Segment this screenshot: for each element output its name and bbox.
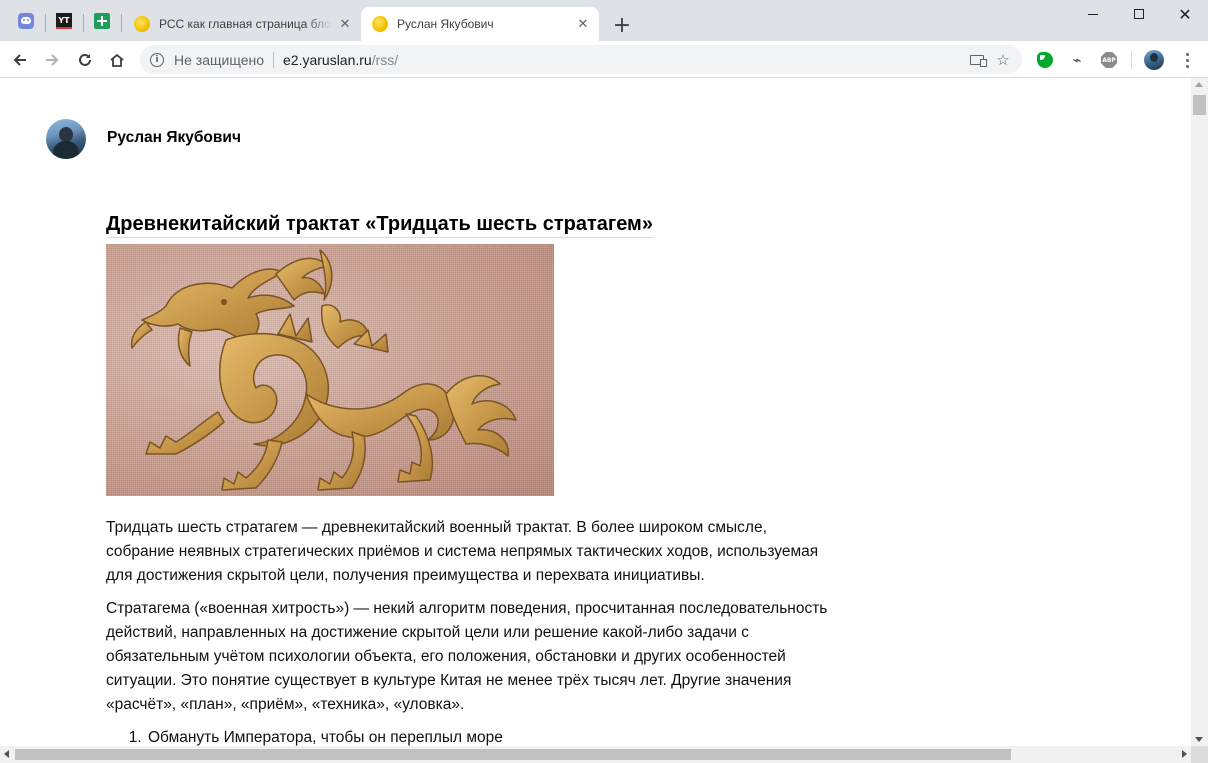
window-close-button[interactable]: ✕ — [1162, 0, 1208, 28]
home-icon — [110, 53, 124, 67]
arrow-right-icon — [46, 54, 59, 66]
stratagem-list: Обмануть Императора, чтобы он переплыл м… — [146, 726, 836, 746]
author-name[interactable]: Руслан Якубович — [107, 129, 241, 147]
evernote-icon — [1037, 52, 1053, 68]
coin-favicon-icon — [134, 16, 150, 32]
browser-toolbar: i Не защищено e2.yaruslan.ru/rss/ ☆ ⌁ AB… — [0, 41, 1208, 78]
list-item: Обмануть Императора, чтобы он переплыл м… — [146, 726, 836, 746]
tab-separator — [83, 14, 84, 32]
vertical-scroll-thumb[interactable] — [1193, 95, 1206, 115]
pinned-tab-discord[interactable] — [10, 8, 42, 34]
url-host: e2.yaruslan.ru — [283, 51, 372, 68]
url-path: /rss/ — [371, 51, 399, 68]
scroll-down-icon[interactable] — [1195, 737, 1203, 742]
reload-button[interactable] — [71, 46, 99, 74]
adblock-icon: ABP — [1101, 52, 1117, 68]
horizontal-scroll-thumb[interactable] — [15, 749, 1011, 760]
bookmark-button[interactable]: ☆ — [990, 47, 1016, 73]
extension-adblock[interactable]: ABP — [1098, 49, 1120, 71]
new-tab-button[interactable]: + — [609, 12, 635, 38]
yt-icon: YT — [56, 13, 72, 29]
tab-strip: YT РСС как главная страница блога ✕ Русл… — [0, 0, 1208, 41]
maximize-icon — [1134, 9, 1144, 19]
scrollbar-corner — [1191, 746, 1208, 763]
send-to-device-button[interactable] — [964, 47, 990, 73]
browser-menu-button[interactable] — [1176, 49, 1198, 71]
pinned-tab-plus[interactable] — [86, 8, 118, 34]
tab-title: РСС как главная страница блога — [159, 17, 333, 31]
extension-plug[interactable]: ⌁ — [1066, 49, 1088, 71]
pinned-tab-yt[interactable]: YT — [48, 8, 80, 34]
profile-avatar[interactable] — [1144, 50, 1164, 70]
author-avatar[interactable] — [46, 119, 86, 159]
address-bar[interactable]: i Не защищено e2.yaruslan.ru/rss/ ☆ — [140, 45, 1022, 74]
scroll-left-icon[interactable] — [4, 750, 9, 758]
scroll-right-icon[interactable] — [1182, 750, 1187, 758]
vertical-scrollbar[interactable] — [1191, 78, 1208, 746]
extension-evernote[interactable] — [1034, 49, 1056, 71]
scroll-up-icon[interactable] — [1195, 82, 1203, 87]
toolbar-separator — [1131, 51, 1132, 69]
window-minimize-button[interactable] — [1070, 0, 1116, 28]
tab-close-icon[interactable]: ✕ — [575, 16, 591, 32]
avatar-head — [59, 127, 73, 142]
tab-title: Руслан Якубович — [397, 17, 494, 31]
dragon-illustration — [106, 244, 554, 496]
dragon-icon — [130, 249, 517, 491]
tab-rss-blog[interactable]: РСС как главная страница блога ✕ — [123, 7, 361, 41]
dot-icon — [1185, 58, 1189, 62]
omnibox-separator — [273, 51, 274, 68]
post-title[interactable]: Древнекитайский трактат «Тридцать шесть … — [106, 212, 653, 238]
green-plus-icon — [94, 13, 110, 29]
security-label: Не защищено — [174, 51, 264, 68]
discord-icon — [18, 13, 34, 29]
tab-separator — [45, 14, 46, 32]
tab-close-icon[interactable]: ✕ — [337, 16, 353, 32]
home-button[interactable] — [103, 46, 131, 74]
plug-icon: ⌁ — [1072, 51, 1082, 69]
star-icon: ☆ — [996, 52, 1010, 69]
forward-button[interactable] — [38, 46, 66, 74]
back-button[interactable] — [6, 46, 34, 74]
horizontal-scrollbar[interactable] — [0, 746, 1191, 763]
dot-icon — [1185, 52, 1189, 56]
tab-ruslan[interactable]: Руслан Якубович ✕ — [361, 7, 599, 41]
coin-favicon-icon — [372, 16, 388, 32]
omnibox-actions: ☆ — [964, 47, 1016, 73]
post-body: Тридцать шесть стратагем — древнекитайск… — [106, 516, 836, 746]
paragraph: Стратагема («военная хитрость») — некий … — [106, 600, 828, 713]
avatar-body — [53, 141, 79, 159]
page-content: Руслан Якубович Древнекитайский трактат … — [0, 78, 1191, 746]
reload-icon — [79, 53, 91, 66]
dot-icon — [1185, 64, 1189, 68]
window-maximize-button[interactable] — [1116, 0, 1162, 28]
info-icon[interactable]: i — [150, 52, 164, 67]
paragraph: Тридцать шесть стратагем — древнекитайск… — [106, 519, 819, 584]
arrow-left-icon — [13, 54, 26, 66]
devices-icon — [970, 55, 987, 67]
minimize-icon — [1088, 13, 1098, 15]
tab-separator — [121, 14, 122, 32]
